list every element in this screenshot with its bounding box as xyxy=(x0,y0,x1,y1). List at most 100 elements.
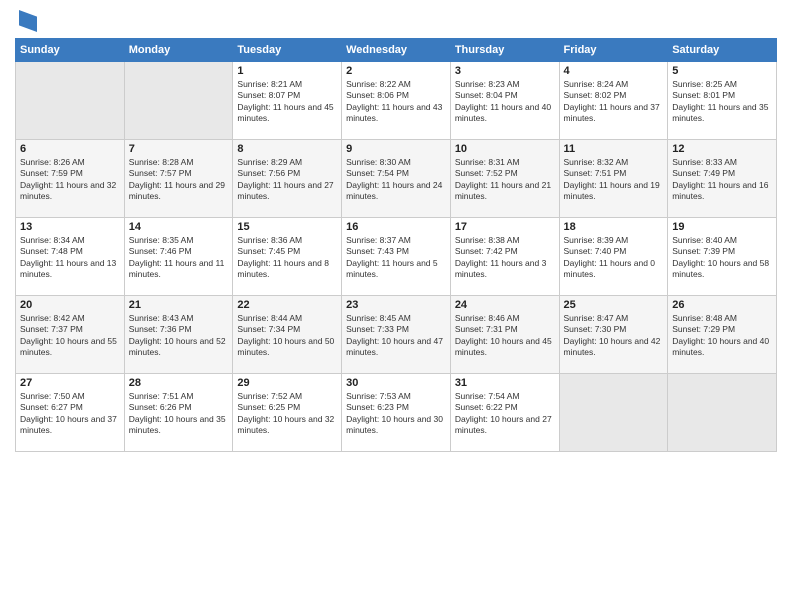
day-number: 5 xyxy=(672,65,772,77)
day-info: Sunrise: 8:48 AM Sunset: 7:29 PM Dayligh… xyxy=(672,313,772,359)
calendar-cell xyxy=(16,62,125,140)
weekday-header: Monday xyxy=(124,39,233,62)
day-info: Sunrise: 8:40 AM Sunset: 7:39 PM Dayligh… xyxy=(672,235,772,281)
calendar-cell: 24 Sunrise: 8:46 AM Sunset: 7:31 PM Dayli… xyxy=(450,296,559,374)
calendar-cell: 23 Sunrise: 8:45 AM Sunset: 7:33 PM Dayli… xyxy=(342,296,451,374)
day-number: 22 xyxy=(237,299,337,311)
day-info: Sunrise: 8:22 AM Sunset: 8:06 PM Dayligh… xyxy=(346,79,446,125)
day-number: 31 xyxy=(455,377,555,389)
day-number: 23 xyxy=(346,299,446,311)
day-number: 6 xyxy=(20,143,120,155)
day-info: Sunrise: 8:25 AM Sunset: 8:01 PM Dayligh… xyxy=(672,79,772,125)
calendar-cell: 31 Sunrise: 7:54 AM Sunset: 6:22 PM Dayli… xyxy=(450,374,559,452)
day-info: Sunrise: 8:33 AM Sunset: 7:49 PM Dayligh… xyxy=(672,157,772,203)
day-number: 8 xyxy=(237,143,337,155)
day-info: Sunrise: 8:23 AM Sunset: 8:04 PM Dayligh… xyxy=(455,79,555,125)
day-number: 26 xyxy=(672,299,772,311)
day-info: Sunrise: 8:35 AM Sunset: 7:46 PM Dayligh… xyxy=(129,235,229,281)
day-number: 7 xyxy=(129,143,229,155)
calendar-cell: 8 Sunrise: 8:29 AM Sunset: 7:56 PM Daylig… xyxy=(233,140,342,218)
logo xyxy=(15,10,37,32)
day-info: Sunrise: 8:46 AM Sunset: 7:31 PM Dayligh… xyxy=(455,313,555,359)
day-number: 13 xyxy=(20,221,120,233)
calendar-cell: 18 Sunrise: 8:39 AM Sunset: 7:40 PM Dayli… xyxy=(559,218,668,296)
calendar-cell: 28 Sunrise: 7:51 AM Sunset: 6:26 PM Dayli… xyxy=(124,374,233,452)
day-number: 18 xyxy=(564,221,664,233)
calendar-week-row: 6 Sunrise: 8:26 AM Sunset: 7:59 PM Daylig… xyxy=(16,140,777,218)
day-info: Sunrise: 8:26 AM Sunset: 7:59 PM Dayligh… xyxy=(20,157,120,203)
day-info: Sunrise: 8:30 AM Sunset: 7:54 PM Dayligh… xyxy=(346,157,446,203)
day-info: Sunrise: 8:31 AM Sunset: 7:52 PM Dayligh… xyxy=(455,157,555,203)
calendar-cell: 22 Sunrise: 8:44 AM Sunset: 7:34 PM Dayli… xyxy=(233,296,342,374)
day-info: Sunrise: 8:24 AM Sunset: 8:02 PM Dayligh… xyxy=(564,79,664,125)
day-number: 3 xyxy=(455,65,555,77)
calendar-body: 1 Sunrise: 8:21 AM Sunset: 8:07 PM Daylig… xyxy=(16,62,777,452)
day-info: Sunrise: 8:43 AM Sunset: 7:36 PM Dayligh… xyxy=(129,313,229,359)
calendar-cell xyxy=(559,374,668,452)
day-info: Sunrise: 8:39 AM Sunset: 7:40 PM Dayligh… xyxy=(564,235,664,281)
calendar-cell: 21Sunrise: 8:43 AM Sunset: 7:36 PM Dayli… xyxy=(124,296,233,374)
day-info: Sunrise: 8:36 AM Sunset: 7:45 PM Dayligh… xyxy=(237,235,337,281)
day-number: 29 xyxy=(237,377,337,389)
day-info: Sunrise: 8:44 AM Sunset: 7:34 PM Dayligh… xyxy=(237,313,337,359)
calendar-cell: 15 Sunrise: 8:36 AM Sunset: 7:45 PM Dayli… xyxy=(233,218,342,296)
weekday-header: Friday xyxy=(559,39,668,62)
day-info: Sunrise: 8:21 AM Sunset: 8:07 PM Dayligh… xyxy=(237,79,337,125)
day-info: Sunrise: 7:54 AM Sunset: 6:22 PM Dayligh… xyxy=(455,391,555,437)
calendar-cell: 1 Sunrise: 8:21 AM Sunset: 8:07 PM Daylig… xyxy=(233,62,342,140)
day-info: Sunrise: 7:51 AM Sunset: 6:26 PM Dayligh… xyxy=(129,391,229,437)
day-number: 17 xyxy=(455,221,555,233)
header-row: SundayMondayTuesdayWednesdayThursdayFrid… xyxy=(16,39,777,62)
calendar-cell: 6 Sunrise: 8:26 AM Sunset: 7:59 PM Daylig… xyxy=(16,140,125,218)
day-number: 14 xyxy=(129,221,229,233)
day-number: 1 xyxy=(237,65,337,77)
day-number: 25 xyxy=(564,299,664,311)
day-info: Sunrise: 7:52 AM Sunset: 6:25 PM Dayligh… xyxy=(237,391,337,437)
day-info: Sunrise: 8:42 AM Sunset: 7:37 PM Dayligh… xyxy=(20,313,120,359)
calendar-week-row: 20Sunrise: 8:42 AM Sunset: 7:37 PM Dayli… xyxy=(16,296,777,374)
calendar-cell: 4 Sunrise: 8:24 AM Sunset: 8:02 PM Daylig… xyxy=(559,62,668,140)
calendar-cell: 13 Sunrise: 8:34 AM Sunset: 7:48 PM Dayli… xyxy=(16,218,125,296)
calendar-cell: 12 Sunrise: 8:33 AM Sunset: 7:49 PM Dayli… xyxy=(668,140,777,218)
day-info: Sunrise: 8:29 AM Sunset: 7:56 PM Dayligh… xyxy=(237,157,337,203)
day-number: 24 xyxy=(455,299,555,311)
weekday-header: Thursday xyxy=(450,39,559,62)
day-info: Sunrise: 8:28 AM Sunset: 7:57 PM Dayligh… xyxy=(129,157,229,203)
day-number: 12 xyxy=(672,143,772,155)
day-number: 15 xyxy=(237,221,337,233)
day-number: 10 xyxy=(455,143,555,155)
calendar-cell: 14 Sunrise: 8:35 AM Sunset: 7:46 PM Dayli… xyxy=(124,218,233,296)
calendar-cell: 9 Sunrise: 8:30 AM Sunset: 7:54 PM Daylig… xyxy=(342,140,451,218)
day-number: 4 xyxy=(564,65,664,77)
day-info: Sunrise: 8:47 AM Sunset: 7:30 PM Dayligh… xyxy=(564,313,664,359)
day-number: 28 xyxy=(129,377,229,389)
day-info: Sunrise: 8:38 AM Sunset: 7:42 PM Dayligh… xyxy=(455,235,555,281)
calendar-cell: 29 Sunrise: 7:52 AM Sunset: 6:25 PM Dayli… xyxy=(233,374,342,452)
calendar-cell xyxy=(124,62,233,140)
day-info: Sunrise: 8:34 AM Sunset: 7:48 PM Dayligh… xyxy=(20,235,120,281)
header xyxy=(15,10,777,32)
day-info: Sunrise: 8:45 AM Sunset: 7:33 PM Dayligh… xyxy=(346,313,446,359)
calendar-week-row: 13 Sunrise: 8:34 AM Sunset: 7:48 PM Dayli… xyxy=(16,218,777,296)
calendar-cell: 19Sunrise: 8:40 AM Sunset: 7:39 PM Dayli… xyxy=(668,218,777,296)
calendar-cell: 16Sunrise: 8:37 AM Sunset: 7:43 PM Dayli… xyxy=(342,218,451,296)
calendar-cell: 25 Sunrise: 8:47 AM Sunset: 7:30 PM Dayli… xyxy=(559,296,668,374)
page: SundayMondayTuesdayWednesdayThursdayFrid… xyxy=(0,0,792,612)
calendar-cell: 30Sunrise: 7:53 AM Sunset: 6:23 PM Dayli… xyxy=(342,374,451,452)
day-number: 2 xyxy=(346,65,446,77)
calendar-cell: 11Sunrise: 8:32 AM Sunset: 7:51 PM Dayli… xyxy=(559,140,668,218)
calendar-cell xyxy=(668,374,777,452)
calendar-cell: 3 Sunrise: 8:23 AM Sunset: 8:04 PM Daylig… xyxy=(450,62,559,140)
weekday-header: Tuesday xyxy=(233,39,342,62)
calendar-cell: 5 Sunrise: 8:25 AM Sunset: 8:01 PM Daylig… xyxy=(668,62,777,140)
day-number: 9 xyxy=(346,143,446,155)
logo-icon xyxy=(19,10,37,32)
weekday-header: Sunday xyxy=(16,39,125,62)
day-info: Sunrise: 7:53 AM Sunset: 6:23 PM Dayligh… xyxy=(346,391,446,437)
calendar-header: SundayMondayTuesdayWednesdayThursdayFrid… xyxy=(16,39,777,62)
calendar-cell: 27Sunrise: 7:50 AM Sunset: 6:27 PM Dayli… xyxy=(16,374,125,452)
day-info: Sunrise: 8:37 AM Sunset: 7:43 PM Dayligh… xyxy=(346,235,446,281)
day-info: Sunrise: 7:50 AM Sunset: 6:27 PM Dayligh… xyxy=(20,391,120,437)
calendar-cell: 10 Sunrise: 8:31 AM Sunset: 7:52 PM Dayli… xyxy=(450,140,559,218)
weekday-header: Wednesday xyxy=(342,39,451,62)
